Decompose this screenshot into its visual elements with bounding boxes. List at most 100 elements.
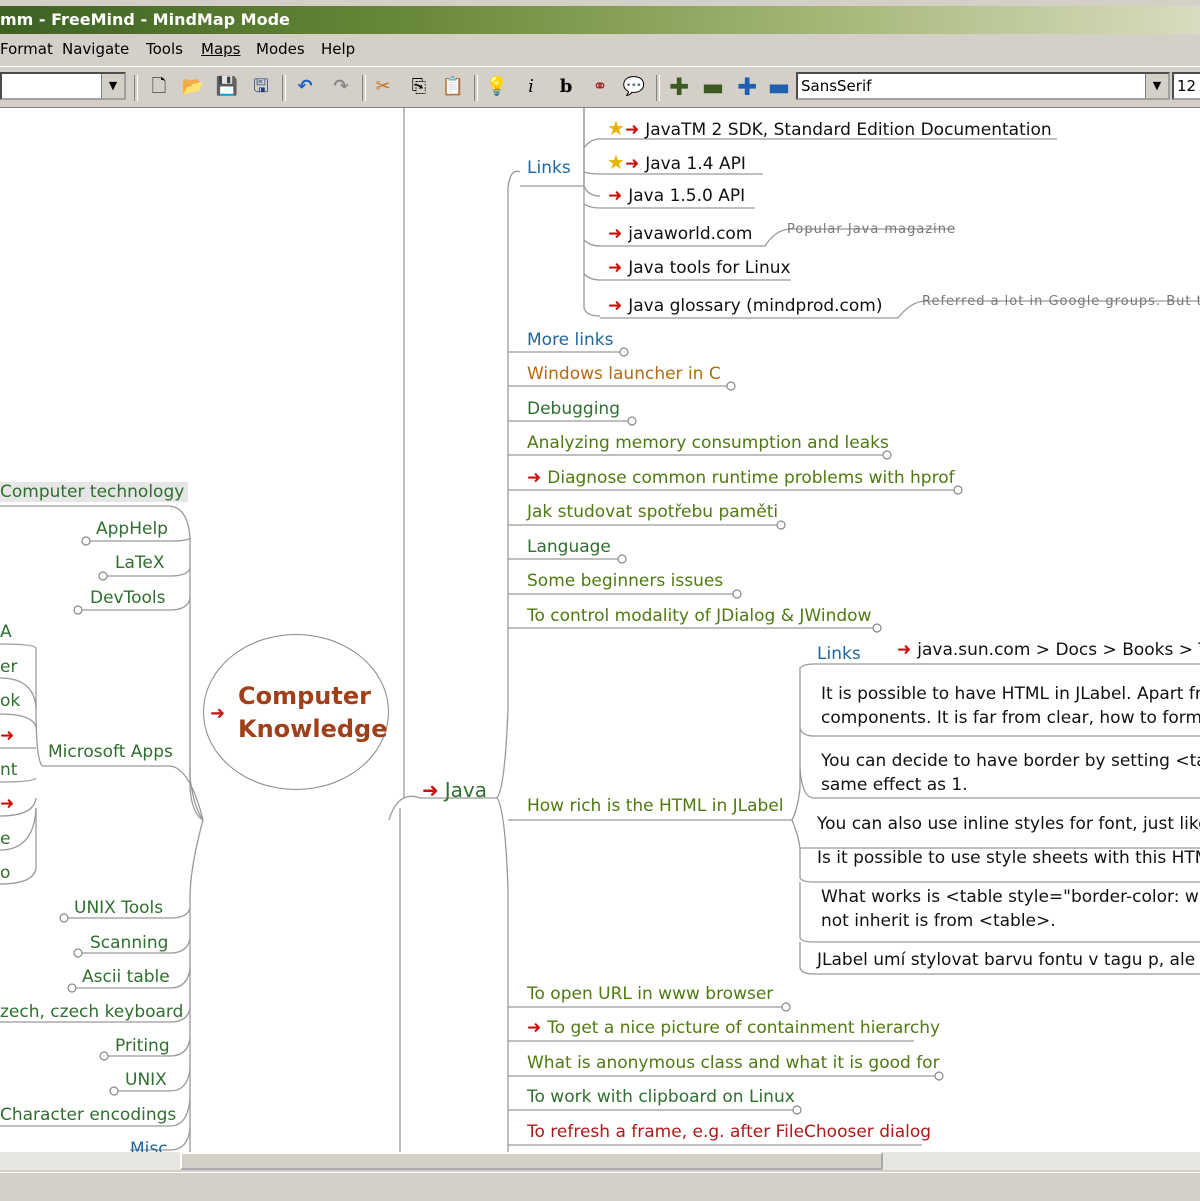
- collapse-icon[interactable]: ▬: [766, 74, 792, 100]
- menu-modes[interactable]: Modes: [256, 40, 305, 58]
- refresh-frame-node[interactable]: To refresh a frame, e.g. after FileChoos…: [527, 1122, 931, 1142]
- html-links-node[interactable]: Links: [817, 644, 861, 664]
- bubble-icon[interactable]: 💬: [621, 74, 647, 100]
- open-url-node[interactable]: To open URL in www browser: [527, 984, 773, 1004]
- language-node[interactable]: Language: [527, 537, 611, 557]
- computer-technology-node[interactable]: Computer technology: [0, 482, 189, 502]
- link-arrow-icon: ➜: [624, 120, 640, 140]
- note-javaworld: Popular Java magazine: [787, 222, 956, 237]
- ms-child-node[interactable]: er: [0, 657, 17, 677]
- misc-node[interactable]: Misc: [130, 1139, 168, 1152]
- paste-icon[interactable]: 📋: [440, 74, 466, 100]
- ms-child-node[interactable]: ➜: [0, 794, 20, 814]
- more-links-node[interactable]: More links: [527, 330, 613, 350]
- paragraph-line: same effect as 1.: [821, 775, 968, 795]
- paragraph-line: It is possible to have HTML in JLabel. A…: [821, 684, 1200, 704]
- analyzing-memory-node[interactable]: Analyzing memory consumption and leaks: [527, 433, 889, 453]
- czech-keyboard-node[interactable]: zech, czech keyboard: [0, 1002, 183, 1022]
- node-label: To get a nice picture of containment hie…: [547, 1018, 941, 1038]
- mode-combo[interactable]: ▼: [0, 72, 126, 100]
- anonymous-class-node[interactable]: What is anonymous class and what it is g…: [527, 1053, 940, 1073]
- menu-navigate[interactable]: Navigate: [62, 40, 129, 58]
- save-as-icon[interactable]: 🖫: [248, 74, 274, 100]
- jak-studovat-node[interactable]: Jak studovat spotřebu paměti: [527, 502, 778, 522]
- html-note-4[interactable]: Is it possible to use style sheets with …: [817, 846, 1200, 870]
- link-javaworld[interactable]: ➜ javaworld.com: [608, 224, 752, 244]
- modality-node[interactable]: To control modality of JDialog & JWindow: [527, 606, 871, 626]
- scanning-node[interactable]: Scanning: [90, 933, 168, 953]
- cut-icon[interactable]: ✂: [370, 74, 396, 100]
- containment-node[interactable]: ➜ To get a nice picture of containment hi…: [527, 1018, 940, 1038]
- node-label: Diagnose common runtime problems with hp…: [547, 468, 955, 488]
- ascii-table-node[interactable]: Ascii table: [82, 967, 170, 987]
- link-arrow-icon: ➜: [608, 224, 623, 244]
- windows-launcher-node[interactable]: Windows launcher in C: [527, 364, 721, 384]
- link-jdk-docs[interactable]: ★➜ JavaTM 2 SDK, Standard Edition Documen…: [607, 116, 1052, 140]
- chevron-down-icon[interactable]: ▼: [1145, 74, 1168, 98]
- zoom-out-icon[interactable]: ▬: [700, 74, 726, 100]
- bold-icon[interactable]: b: [553, 74, 579, 100]
- ms-child-node[interactable]: o: [0, 863, 10, 883]
- ms-child-node[interactable]: ok: [0, 691, 20, 711]
- unix-node[interactable]: UNIX: [125, 1070, 167, 1090]
- zoom-in-icon[interactable]: ✚: [666, 74, 692, 100]
- redo-icon[interactable]: ↷: [328, 74, 354, 100]
- mindmap-canvas[interactable]: ➜ Computer Knowledge ➜ Java Links ★➜ JavaT…: [0, 108, 1200, 1152]
- character-encodings-node[interactable]: Character encodings: [0, 1105, 176, 1125]
- root-node[interactable]: ➜ Computer Knowledge: [210, 680, 387, 746]
- menu-help[interactable]: Help: [321, 40, 355, 58]
- link-java-glossary[interactable]: ➜ Java glossary (mindprod.com): [608, 296, 883, 316]
- diagnose-node[interactable]: ➜ Diagnose common runtime problems with h…: [527, 468, 955, 488]
- microsoft-apps-node[interactable]: Microsoft Apps: [48, 742, 173, 762]
- debugging-node[interactable]: Debugging: [527, 399, 620, 419]
- copy-icon[interactable]: ⎘: [406, 74, 432, 100]
- font-size-select[interactable]: 12: [1172, 72, 1200, 100]
- html-note-3[interactable]: You can also use inline styles for font,…: [817, 812, 1200, 836]
- open-file-icon[interactable]: 📂: [180, 74, 206, 100]
- cloud-icon[interactable]: ⚭: [587, 74, 613, 100]
- html-note-5[interactable]: What works is <table style="border-color…: [821, 885, 1200, 933]
- link-arrow-icon: ➜: [422, 778, 439, 802]
- toolbar-separator: [282, 75, 286, 101]
- menu-format[interactable]: Format: [0, 40, 53, 58]
- link-label: Java 1.5.0 API: [628, 186, 746, 206]
- ms-child-node[interactable]: A: [0, 622, 12, 642]
- links-node[interactable]: Links: [527, 158, 571, 178]
- unix-tools-node[interactable]: UNIX Tools: [74, 898, 163, 918]
- title-bar[interactable]: mm - FreeMind - MindMap Mode: [0, 6, 1200, 34]
- ms-child-node[interactable]: e: [0, 829, 10, 849]
- menu-maps[interactable]: Maps: [201, 40, 240, 58]
- paragraph-line: not inherit is from <table>.: [821, 911, 1056, 931]
- beginners-node[interactable]: Some beginners issues: [527, 571, 723, 591]
- latex-node[interactable]: LaTeX: [115, 553, 165, 573]
- link-java-tools-linux[interactable]: ➜ Java tools for Linux: [608, 258, 791, 278]
- clipboard-node[interactable]: To work with clipboard on Linux: [527, 1087, 795, 1107]
- italic-icon[interactable]: i: [518, 74, 544, 100]
- html-note-6[interactable]: JLabel umí stylovat barvu fontu v tagu p…: [817, 948, 1200, 972]
- menu-tools[interactable]: Tools: [146, 40, 183, 58]
- devtools-node[interactable]: DevTools: [90, 588, 166, 608]
- new-file-icon[interactable]: 🗋: [146, 74, 172, 100]
- html-note-2[interactable]: You can decide to have border by setting…: [821, 749, 1200, 797]
- save-icon[interactable]: 💾: [214, 74, 240, 100]
- link-java14-api[interactable]: ★➜ Java 1.4 API: [607, 150, 746, 174]
- priting-node[interactable]: Priting: [115, 1036, 170, 1056]
- html-link-sun[interactable]: ➜ java.sun.com > Docs > Books > Tu: [897, 640, 1200, 660]
- expand-icon[interactable]: ✚: [734, 74, 760, 100]
- idea-bulb-icon[interactable]: 💡: [484, 74, 510, 100]
- link-arrow-icon: ➜: [608, 258, 623, 278]
- java-node[interactable]: ➜ Java: [422, 778, 487, 802]
- toolbar-separator: [474, 75, 478, 101]
- html-jlabel-node[interactable]: How rich is the HTML in JLabel: [527, 796, 784, 816]
- ms-child-node[interactable]: ➜: [0, 726, 20, 746]
- window-title: mm - FreeMind - MindMap Mode: [0, 10, 290, 29]
- chevron-down-icon[interactable]: ▼: [101, 74, 124, 98]
- font-family-select[interactable]: SansSerif ▼: [796, 72, 1170, 100]
- undo-icon[interactable]: ↶: [292, 74, 318, 100]
- ms-child-node[interactable]: nt: [0, 760, 17, 780]
- html-note-1[interactable]: It is possible to have HTML in JLabel. A…: [821, 682, 1200, 730]
- horizontal-scrollbar-thumb[interactable]: [180, 1152, 883, 1170]
- apphelp-node[interactable]: AppHelp: [96, 519, 168, 539]
- link-java150-api[interactable]: ➜ Java 1.5.0 API: [608, 186, 745, 206]
- java-label: Java: [444, 778, 488, 802]
